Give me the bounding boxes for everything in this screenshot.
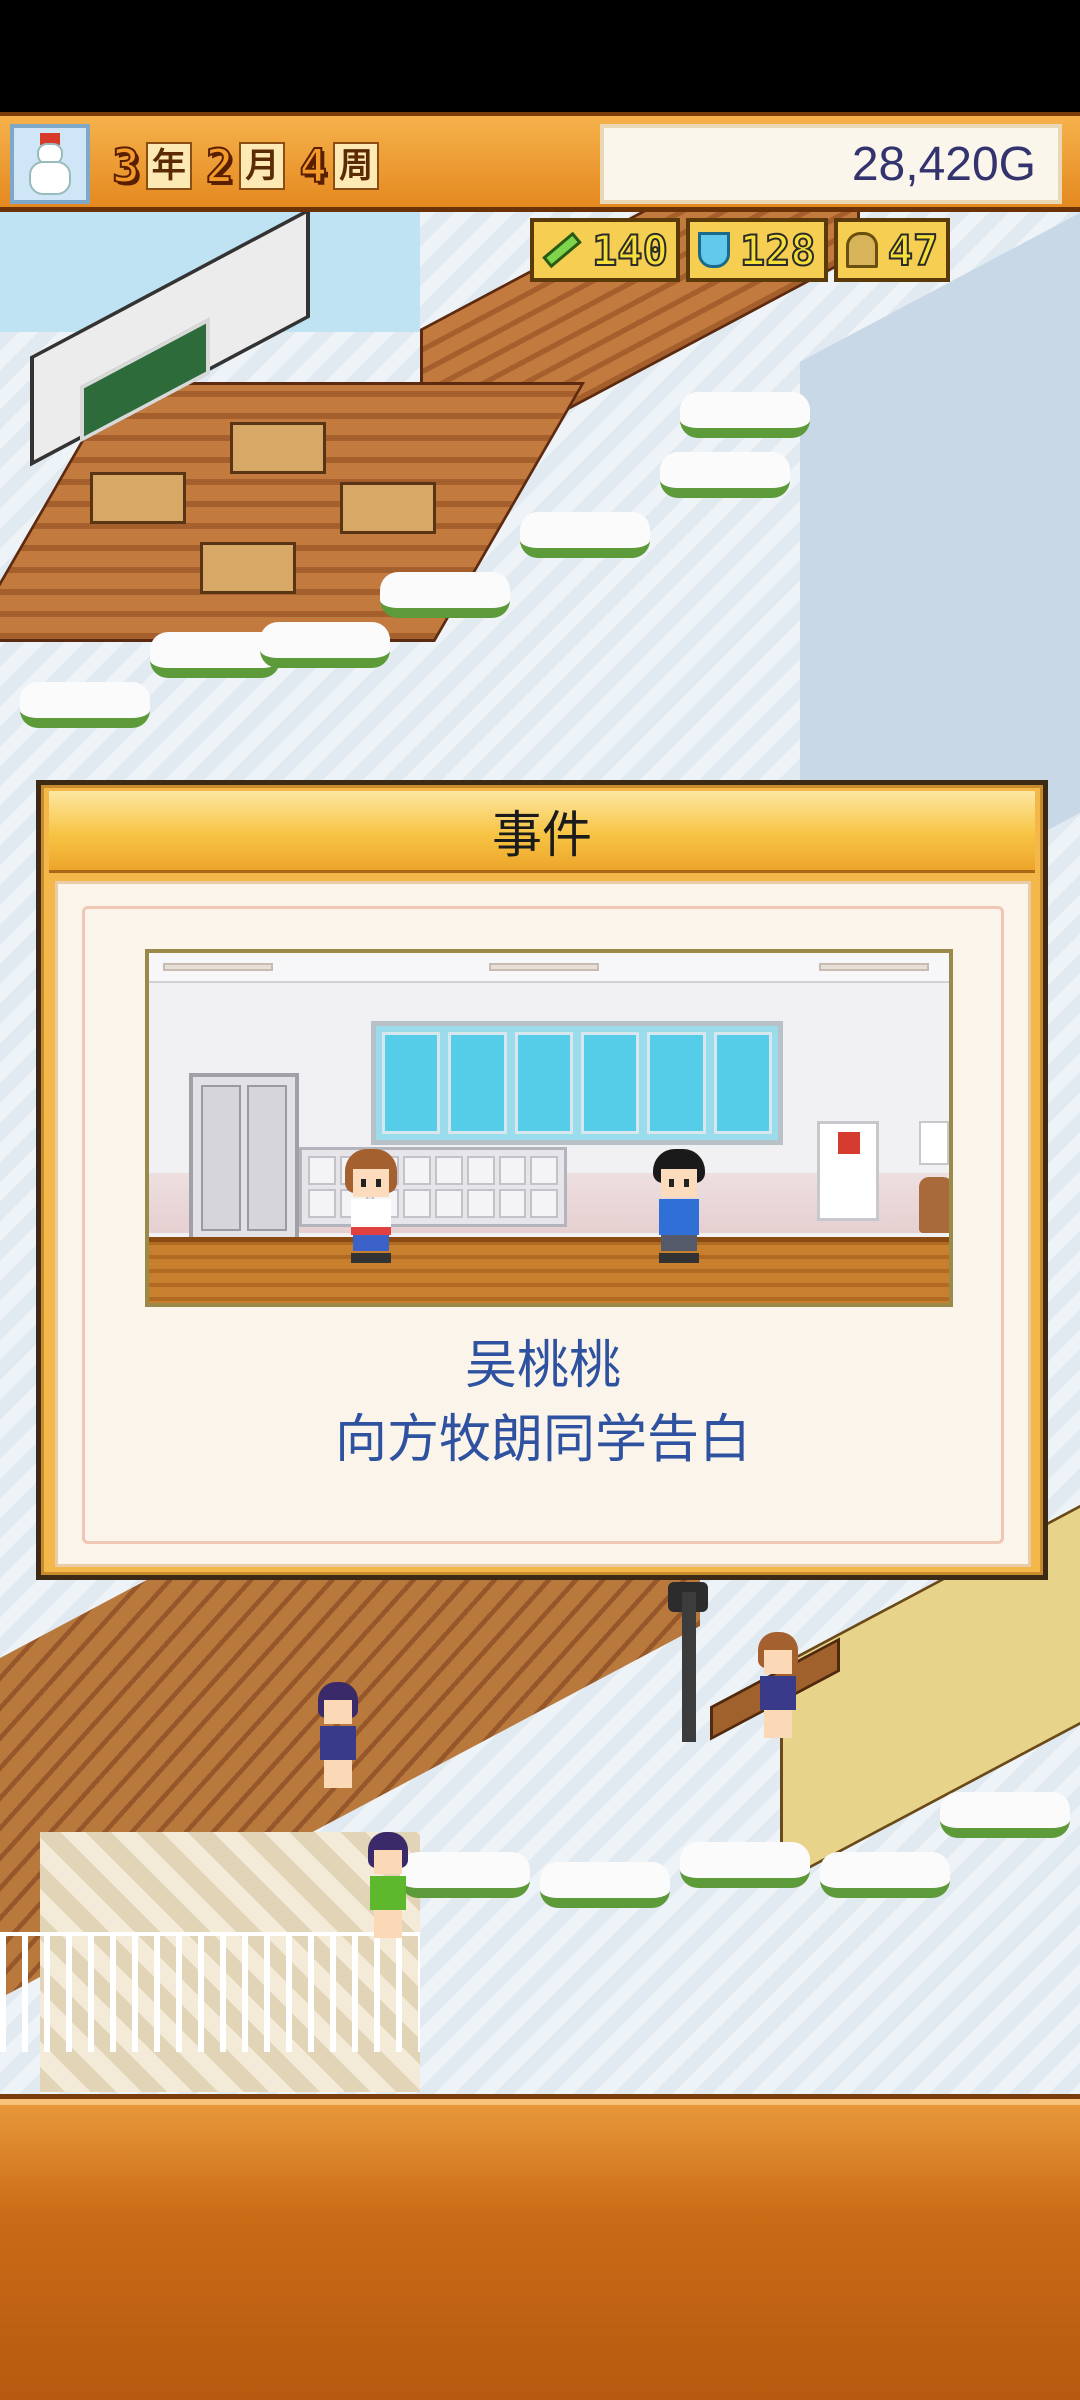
event-dialog[interactable]: 事件 吴桃桃 向方牧朗同学告白	[36, 780, 1048, 1580]
bell-value: 47	[887, 225, 940, 276]
month-unit: 月	[239, 142, 286, 190]
money-display: 28,420G	[600, 124, 1062, 204]
shoe-lockers	[299, 1147, 567, 1227]
event-header: 事件	[49, 791, 1035, 873]
event-message: 吴桃桃 向方牧朗同学告白	[85, 1329, 1001, 1477]
snowman-icon[interactable]	[10, 124, 90, 204]
flask-counter: 128	[685, 218, 828, 282]
event-scene-image	[145, 949, 953, 1307]
event-description: 向方牧朗同学告白	[334, 1410, 751, 1470]
event-character-name: 吴桃桃	[464, 1336, 621, 1396]
hallway-door	[189, 1073, 299, 1243]
year-unit: 年	[145, 142, 192, 190]
resource-counters: 140 128 47	[530, 218, 1080, 286]
student-walking[interactable]	[360, 1832, 416, 1942]
bottom-command-panel[interactable]	[0, 2094, 1080, 2400]
pencil-counter: 140	[530, 218, 680, 282]
hallway-window	[371, 1021, 783, 1145]
student-walking[interactable]	[310, 1682, 366, 1792]
pencil-icon	[542, 231, 582, 269]
first-aid-cabinet	[817, 1121, 879, 1221]
flask-value: 128	[739, 225, 817, 276]
year-value: 3	[111, 138, 141, 194]
date-display: 3 年 2 月 4 周	[111, 134, 387, 198]
month-value: 2	[205, 138, 235, 194]
flask-icon	[697, 232, 730, 268]
top-info-bar: 3 年 2 月 4 周 28,420G	[0, 112, 1080, 212]
bell-icon	[845, 232, 878, 268]
girl-character	[341, 1149, 401, 1265]
fence	[0, 1932, 420, 2052]
event-title: 事件	[492, 805, 592, 864]
event-body: 吴桃桃 向方牧朗同学告白	[55, 881, 1031, 1567]
pencil-value: 140	[591, 225, 669, 276]
week-unit: 周	[333, 142, 380, 190]
week-value: 4	[298, 138, 328, 194]
boy-character	[649, 1149, 709, 1265]
money-amount: 28,420G	[851, 137, 1036, 191]
bell-counter: 47	[833, 218, 951, 282]
student-sitting[interactable]	[750, 1632, 806, 1742]
status-bar	[0, 0, 1080, 112]
